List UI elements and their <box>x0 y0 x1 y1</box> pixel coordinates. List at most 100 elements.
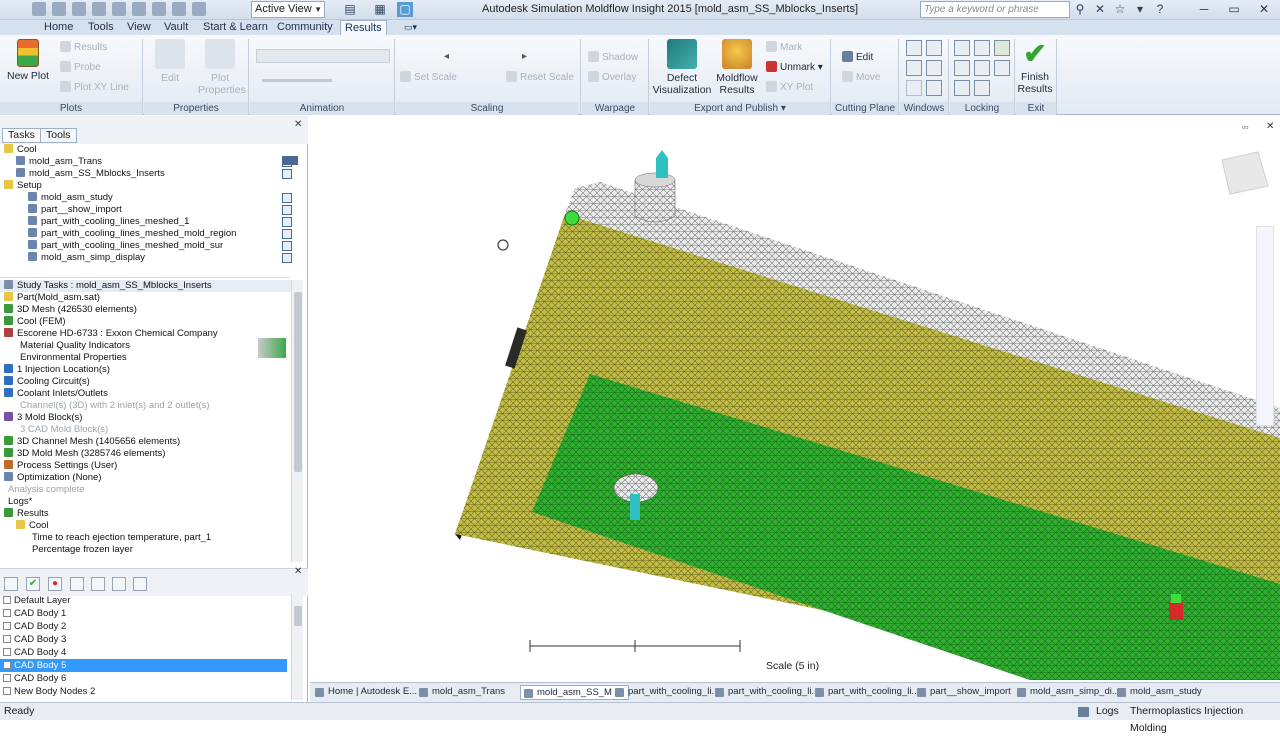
document-tab[interactable]: mold_asm_Trans <box>416 685 509 700</box>
study-task-item[interactable]: Percentage frozen layer <box>0 544 296 556</box>
tab-start-learn[interactable]: Start & Learn <box>199 20 272 35</box>
layer-select-icon[interactable] <box>4 577 18 591</box>
layer-item[interactable]: CAD Body 1 <box>0 607 291 620</box>
layer-item[interactable]: New Body Nodes 2 <box>0 685 291 698</box>
study-task-item[interactable]: Results <box>0 508 296 520</box>
mesh-model-svg[interactable] <box>310 116 1280 680</box>
lock-plot-icon[interactable] <box>974 40 990 56</box>
tile-windows-icon[interactable] <box>906 40 922 56</box>
lock-icon[interactable] <box>974 80 990 96</box>
layer-expand-icon[interactable] <box>112 577 126 591</box>
split-horizontal-icon[interactable] <box>926 60 942 76</box>
tab-home[interactable]: Home <box>40 20 77 35</box>
project-tree-item[interactable]: mold_asm_study <box>0 192 292 204</box>
cascade-windows-icon[interactable] <box>926 40 942 56</box>
layer-visibility-checkbox[interactable] <box>3 674 11 682</box>
study-task-item[interactable]: Material Quality Indicators <box>0 340 296 352</box>
study-status-icon[interactable] <box>282 253 292 263</box>
project-view-icon[interactable] <box>282 156 298 165</box>
layer-item[interactable]: CAD Body 2 <box>0 620 291 633</box>
mark-button[interactable]: Mark <box>766 41 802 55</box>
project-tree-item[interactable]: mold_asm_Trans <box>0 156 292 168</box>
study-task-item[interactable]: 3D Mold Mesh (3285746 elements) <box>0 448 296 460</box>
layer-assign-icon[interactable] <box>91 577 105 591</box>
project-tree-item[interactable]: part_with_cooling_lines_meshed_mold_regi… <box>0 228 292 240</box>
study-status-icon[interactable] <box>282 193 292 203</box>
window-layout-icon[interactable] <box>906 80 922 96</box>
layer-item[interactable]: CAD Body 5 <box>0 659 287 672</box>
layers-scrollbar[interactable] <box>291 594 303 700</box>
logs-button[interactable]: Logs <box>1096 703 1119 720</box>
study-task-item[interactable]: Cool (FEM) <box>0 316 296 328</box>
overlay-button[interactable]: Overlay <box>588 71 636 85</box>
project-tree-item[interactable]: mold_asm_SS_Mblocks_Inserts <box>0 168 292 180</box>
study-status-icon[interactable] <box>282 241 292 251</box>
study-task-item[interactable]: Part(Mold_asm.sat) <box>0 292 296 304</box>
layer-visibility-checkbox[interactable] <box>3 596 11 604</box>
tab-vault[interactable]: Vault <box>160 20 192 35</box>
animation-slider[interactable] <box>262 79 332 82</box>
layer-visibility-checkbox[interactable] <box>3 687 11 695</box>
layer-item[interactable]: Default Layer <box>0 594 291 607</box>
layer-visibility-checkbox[interactable] <box>3 661 11 669</box>
minimize-button[interactable]: ─ <box>1190 0 1218 18</box>
plot-xy-line-button[interactable]: Plot XY Line <box>60 81 129 95</box>
tab-community[interactable]: Community <box>273 20 337 35</box>
lock-view-icon[interactable] <box>954 60 970 76</box>
material-indicator-icon[interactable] <box>258 338 286 358</box>
project-tree-item[interactable]: part_with_cooling_lines_meshed_mold_sur <box>0 240 292 252</box>
project-tree-item[interactable]: Cool <box>0 144 290 156</box>
study-status-icon[interactable] <box>282 217 292 227</box>
dropdown-icon[interactable]: ▾ <box>1132 2 1148 17</box>
close-panel-icon[interactable]: ✕ <box>294 119 302 130</box>
defect-visualization-button[interactable]: Defect Visualization <box>652 39 712 96</box>
study-task-item[interactable]: 3D Mesh (426530 elements) <box>0 304 296 316</box>
binoculars-icon[interactable]: ⚲ <box>1072 2 1088 17</box>
viewport-restore-icon[interactable]: ▫▫ <box>1242 122 1248 132</box>
split-vertical-icon[interactable] <box>906 60 922 76</box>
layer-visibility-checkbox[interactable] <box>3 648 11 656</box>
layer-properties-icon[interactable] <box>133 577 147 591</box>
cutting-plane-edit-button[interactable]: Edit <box>842 51 873 65</box>
moldflow-results-button[interactable]: Moldflow Results <box>714 39 760 96</box>
layer-item[interactable]: CAD Body 3 <box>0 633 291 646</box>
study-task-item[interactable]: Channel(s) (3D) with 2 inlet(s) and 2 ou… <box>0 400 296 412</box>
document-tab[interactable]: Home | Autodesk E... <box>312 685 421 700</box>
tab-tools[interactable]: Tools <box>84 20 118 35</box>
scale-right-arrow-icon[interactable]: ▸ <box>522 51 527 62</box>
lock-animation-icon[interactable] <box>994 60 1010 76</box>
project-tree-item[interactable]: mold_asm_simp_display <box>0 252 292 264</box>
document-tab[interactable]: part_with_cooling_li... <box>612 685 723 700</box>
scrollbar-thumb[interactable] <box>294 292 302 472</box>
layer-visibility-checkbox[interactable] <box>3 635 11 643</box>
study-task-item[interactable]: Optimization (None) <box>0 472 296 484</box>
maximize-button[interactable]: ▭ <box>1220 0 1248 18</box>
logs-icon[interactable] <box>1078 707 1089 717</box>
study-status-icon[interactable] <box>282 169 292 179</box>
study-task-item[interactable]: Coolant Inlets/Outlets <box>0 388 296 400</box>
tab-more-icon[interactable]: ▭▾ <box>400 20 421 35</box>
help-icon[interactable]: ? <box>1152 2 1168 17</box>
lock-view-icon[interactable] <box>954 40 970 56</box>
animation-controls[interactable] <box>256 49 390 63</box>
properties-edit-button[interactable]: Edit <box>150 39 190 84</box>
layer-delete-icon[interactable]: ● <box>48 577 62 591</box>
tab-results[interactable]: Results <box>340 20 387 35</box>
cutting-plane-move-button[interactable]: Move <box>842 71 880 85</box>
layer-copy-icon[interactable] <box>70 577 84 591</box>
layer-item[interactable]: CAD Body 6 <box>0 672 291 685</box>
study-status-icon[interactable] <box>282 229 292 239</box>
close-button[interactable]: ✕ <box>1250 0 1278 18</box>
study-task-item[interactable]: Environmental Properties <box>0 352 296 364</box>
project-tree-item[interactable]: part_with_cooling_lines_meshed_1 <box>0 216 292 228</box>
study-status-icon[interactable] <box>282 205 292 215</box>
new-plot-button[interactable]: New Plot <box>6 39 50 82</box>
scrollbar-thumb[interactable] <box>294 606 302 626</box>
document-tab[interactable]: part_with_cooling_li... <box>812 685 923 700</box>
navigation-bar[interactable] <box>1256 226 1274 426</box>
finish-results-button[interactable]: ✔ Finish Results <box>1016 39 1054 96</box>
project-tree-item[interactable]: part__show_import <box>0 204 292 216</box>
layer-item[interactable]: CAD Body 4 <box>0 646 291 659</box>
search-input[interactable]: Type a keyword or phrase <box>920 1 1070 18</box>
study-task-item[interactable]: Process Settings (User) <box>0 460 296 472</box>
